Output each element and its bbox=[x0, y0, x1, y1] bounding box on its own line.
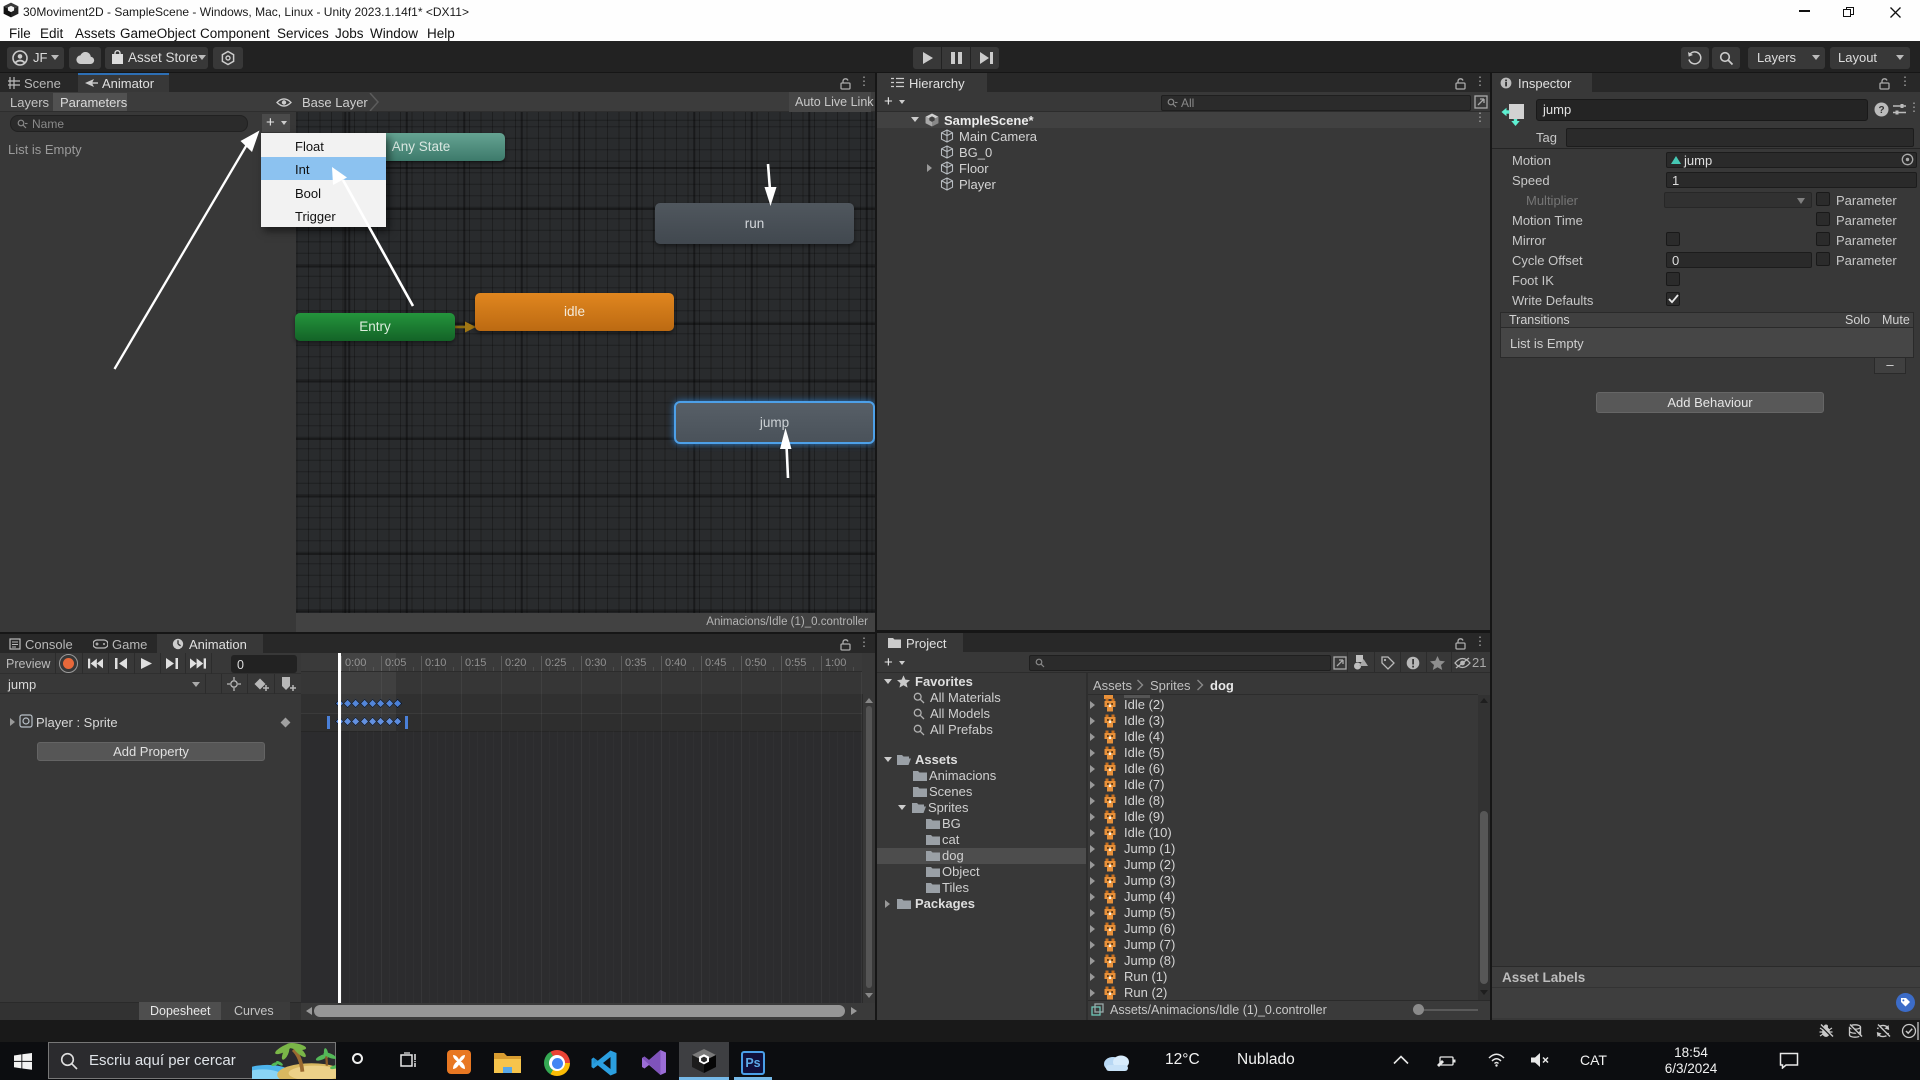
svg-text:?: ? bbox=[1878, 105, 1884, 116]
